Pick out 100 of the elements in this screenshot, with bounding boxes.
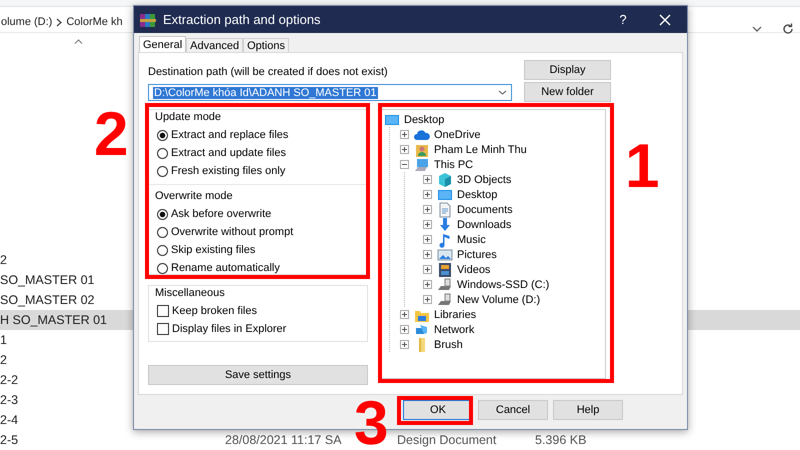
group-title: Miscellaneous — [155, 286, 226, 300]
computer-icon — [414, 156, 430, 172]
radio-button[interactable] — [157, 130, 168, 140]
checkbox[interactable] — [157, 323, 169, 335]
expand-toggle[interactable] — [400, 160, 409, 169]
tree-item[interactable]: New Volume (D:) — [457, 294, 540, 306]
radio-button[interactable] — [157, 148, 168, 158]
expand-toggle[interactable] — [423, 295, 432, 304]
tab[interactable]: General — [139, 36, 186, 52]
tree-item[interactable]: Videos — [457, 264, 490, 276]
dialog-button[interactable]: Display — [524, 60, 611, 80]
expand-toggle[interactable] — [423, 205, 432, 214]
film-icon — [437, 262, 453, 278]
tree-item[interactable]: Desktop — [457, 188, 498, 200]
plus-icon — [423, 280, 432, 289]
sort-caret-icon — [74, 39, 83, 44]
dropdown-icon — [498, 90, 507, 95]
plus-icon — [423, 175, 432, 184]
picture-icon — [437, 246, 453, 262]
file-type: Design Document — [397, 433, 498, 447]
tree-item[interactable]: Windows-SSD (C:) — [457, 278, 550, 290]
save-settings-button[interactable]: Save settings — [148, 365, 368, 385]
plus-icon — [400, 310, 409, 319]
plus-icon — [423, 205, 432, 214]
option-label: Overwrite without prompt — [171, 226, 294, 238]
expand-toggle[interactable] — [400, 310, 409, 319]
option-label: Display files in Explorer — [172, 323, 286, 335]
step-number: 3 — [354, 393, 388, 450]
dialog-button[interactable]: Cancel — [478, 400, 548, 420]
tab[interactable]: Options — [243, 38, 289, 52]
plus-icon — [400, 325, 409, 334]
drive-icon — [437, 292, 453, 308]
radio-button[interactable] — [157, 166, 168, 176]
path-field[interactable]: D:\ColorMe khóa Id\ADANH SO_MASTER 01 — [148, 84, 512, 101]
file-name: 2-4 — [0, 413, 20, 427]
file-name: 2-5 — [0, 433, 20, 447]
option-label: Extract and replace files — [171, 129, 288, 141]
expand-toggle[interactable] — [400, 130, 409, 139]
drive-icon — [437, 276, 453, 292]
tree-item[interactable]: OneDrive — [434, 128, 480, 140]
option-label: Fresh existing files only — [171, 165, 286, 177]
expand-toggle[interactable] — [423, 235, 432, 244]
option-label: Keep broken files — [172, 305, 257, 317]
dialog-button[interactable]: Help — [553, 400, 623, 420]
tree-item[interactable]: Documents — [457, 204, 513, 216]
tree-item[interactable]: Downloads — [457, 218, 512, 230]
radio-button[interactable] — [157, 262, 168, 274]
plus-icon — [423, 190, 432, 199]
down-arrow-icon — [437, 216, 453, 232]
tree-item[interactable]: Pictures — [457, 248, 497, 260]
refresh-icon — [782, 23, 794, 35]
file-name: 2 — [0, 353, 8, 367]
option-label: Extract and update files — [171, 147, 286, 159]
dialog-button[interactable]: New folder — [524, 82, 611, 102]
expand-toggle[interactable] — [423, 220, 432, 229]
plus-icon — [423, 295, 432, 304]
tab[interactable]: Advanced — [186, 38, 244, 52]
plus-icon — [400, 340, 409, 349]
radio-button[interactable] — [157, 208, 168, 220]
plus-icon — [423, 250, 432, 259]
step-number: 2 — [94, 104, 128, 166]
file-name: H SO_MASTER 01 — [0, 313, 108, 327]
expand-toggle[interactable] — [423, 175, 432, 184]
file-name: 2-3 — [0, 393, 20, 407]
file-name: 1 — [0, 333, 8, 347]
close-icon — [659, 14, 671, 26]
breadcrumb[interactable]: olume (D:) — [1, 16, 52, 28]
chevron-down-icon — [752, 26, 762, 32]
cube-icon — [437, 172, 453, 188]
tree-item[interactable]: Desktop — [404, 114, 444, 126]
file-name: 2 — [0, 253, 8, 267]
plus-icon — [423, 235, 432, 244]
tree-item[interactable]: Music — [457, 234, 486, 246]
expand-toggle[interactable] — [423, 280, 432, 289]
tree-item[interactable]: Pham Le Minh Thu — [434, 144, 527, 156]
tree-item[interactable]: 3D Objects — [457, 174, 512, 186]
help-button[interactable]: ? — [613, 12, 633, 27]
breadcrumb[interactable]: ColorMe kh — [66, 16, 123, 28]
expand-toggle[interactable] — [423, 250, 432, 259]
tree-item[interactable]: This PC — [434, 158, 474, 170]
group-title: Overwrite mode — [155, 189, 234, 203]
file-name: SO_MASTER 02 — [0, 293, 96, 307]
expand-toggle[interactable] — [400, 325, 409, 334]
tree-item[interactable]: Network — [434, 324, 474, 336]
radio-button[interactable] — [157, 226, 168, 238]
expand-toggle[interactable] — [400, 145, 409, 154]
expand-toggle[interactable] — [423, 190, 432, 199]
chevron-right-icon — [56, 18, 62, 27]
expand-toggle[interactable] — [423, 265, 432, 274]
checkbox[interactable] — [157, 305, 169, 317]
books-icon — [139, 12, 157, 28]
document-icon — [437, 202, 453, 218]
expand-toggle[interactable] — [400, 340, 409, 349]
tree-item[interactable]: Brush — [434, 338, 463, 350]
group-title: Update mode — [155, 110, 222, 124]
tree-item[interactable]: Libraries — [434, 308, 476, 320]
radio-button[interactable] — [157, 244, 168, 256]
window-title: Extraction path and options — [163, 12, 322, 27]
plus-icon — [400, 130, 409, 139]
plus-icon — [400, 145, 409, 154]
